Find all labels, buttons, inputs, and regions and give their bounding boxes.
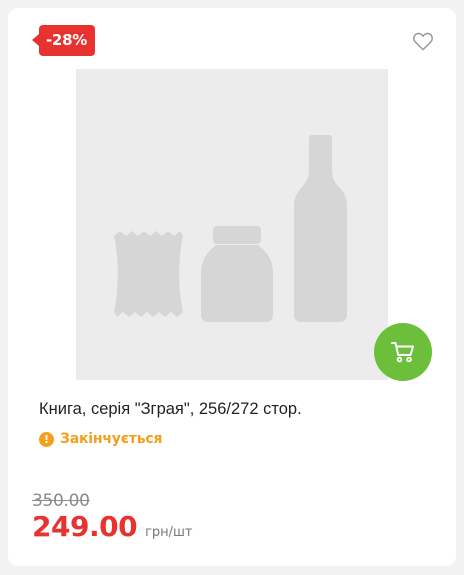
product-title[interactable]: Книга, серія "Зграя", 256/272 стор. <box>39 399 429 419</box>
cart-icon <box>391 342 414 363</box>
bottle-shape <box>294 135 347 322</box>
old-price: 350.00 <box>32 491 90 511</box>
stock-status: ! Закінчується <box>39 430 162 448</box>
jar-body <box>201 245 273 322</box>
product-card[interactable]: -28% Книга, серія "Зграя", 256/272 стор.… <box>8 8 456 566</box>
packet-shape <box>114 231 183 317</box>
placeholder-illustration <box>114 135 347 322</box>
price-unit: грн/шт <box>145 525 193 540</box>
exclamation-circle-icon: ! <box>39 431 54 447</box>
heart-outline-icon[interactable] <box>412 31 434 51</box>
discount-badge: -28% <box>32 25 95 56</box>
current-price: 249.00 грн/шт <box>32 510 193 543</box>
stock-status-text: Закінчується <box>60 431 163 447</box>
price-value: 249.00 <box>32 510 138 543</box>
add-to-cart-button[interactable] <box>374 323 432 381</box>
jar-lid <box>213 226 261 244</box>
product-image-placeholder[interactable] <box>76 69 388 380</box>
